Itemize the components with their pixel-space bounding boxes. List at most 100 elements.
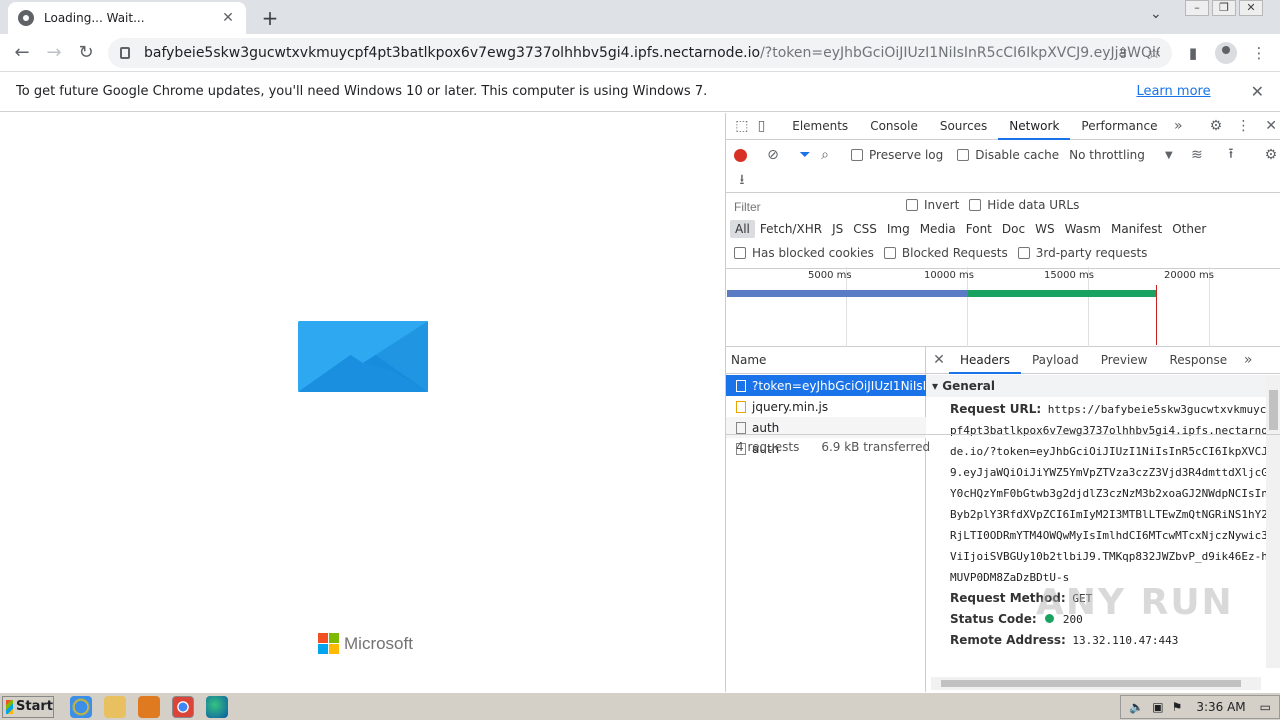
filter-media[interactable]: Media: [915, 220, 961, 238]
file-explorer-icon[interactable]: [104, 695, 126, 718]
blocked-requests-checkbox[interactable]: [883, 247, 896, 259]
logo-square-red: [318, 633, 328, 643]
preserve-log-label: Preserve log: [869, 148, 944, 162]
learn-more-link[interactable]: Learn more: [1136, 84, 1210, 99]
resource-type-filters: All Fetch/XHR JS CSS Img Media Font Doc …: [730, 220, 1211, 238]
reload-icon[interactable]: ↻: [74, 41, 98, 65]
chrome-icon[interactable]: [172, 695, 194, 718]
close-detail-icon[interactable]: ✕: [929, 352, 949, 368]
update-infobar: To get future Google Chrome updates, you…: [0, 72, 1280, 112]
import-har-icon[interactable]: ⭱: [1221, 143, 1241, 167]
filter-other[interactable]: Other: [1167, 220, 1211, 238]
network-icon[interactable]: ▣: [1152, 700, 1163, 714]
more-detail-tabs-icon[interactable]: »: [1238, 352, 1258, 368]
new-tab-button[interactable]: +: [258, 6, 282, 30]
filter-input[interactable]: [732, 198, 892, 216]
tab-network[interactable]: Network: [998, 113, 1071, 140]
back-icon[interactable]: ←: [10, 41, 34, 65]
filter-manifest[interactable]: Manifest: [1106, 220, 1167, 238]
filter-css[interactable]: CSS: [848, 220, 882, 238]
filter-font[interactable]: Font: [961, 220, 997, 238]
disable-cache-checkbox[interactable]: [957, 149, 970, 161]
devtools-menu-icon[interactable]: ⋮: [1234, 118, 1254, 134]
volume-icon[interactable]: 🔈: [1129, 700, 1144, 714]
tab-payload[interactable]: Payload: [1021, 347, 1090, 374]
filter-js[interactable]: JS: [827, 220, 848, 238]
show-desktop-icon[interactable]: ▭: [1260, 700, 1271, 714]
internet-explorer-icon[interactable]: [70, 695, 92, 718]
scroll-thumb[interactable]: [941, 680, 1241, 687]
name-column-header[interactable]: Name: [726, 347, 926, 374]
share-icon[interactable]: ⇪: [1114, 44, 1132, 62]
request-url-value[interactable]: https://bafybeie5skw3gucwtxvkmuycpf4pt3b…: [950, 403, 1268, 584]
close-window-button[interactable]: ✕: [1239, 0, 1263, 16]
side-panel-icon[interactable]: ▮: [1184, 44, 1202, 62]
filter-wasm[interactable]: Wasm: [1060, 220, 1106, 238]
menu-kebab-icon[interactable]: ⋮: [1250, 44, 1268, 62]
request-row[interactable]: jquery.min.js: [726, 396, 926, 417]
browser-tab[interactable]: Loading... Wait... ✕: [8, 2, 246, 34]
anyrun-watermark: ANY RUN: [1036, 582, 1234, 623]
tab-search-icon[interactable]: ⌄: [1150, 6, 1162, 22]
close-infobar-icon[interactable]: ✕: [1251, 82, 1264, 101]
address-bar[interactable]: bafybeie5skw3gucwtxvkmuycpf4pt3batlkpox6…: [108, 38, 1172, 68]
transferred-size: 6.9 kB transferred: [821, 439, 931, 454]
network-toolbar: ⊘ ⏷ ⌕ Preserve log Disable cache No thro…: [726, 141, 1280, 193]
filter-fetch-xhr[interactable]: Fetch/XHR: [755, 220, 827, 238]
horizontal-scrollbar[interactable]: [931, 677, 1261, 690]
third-party-checkbox[interactable]: [1017, 247, 1030, 259]
throttling-dropdown-icon[interactable]: ▼: [1159, 150, 1179, 161]
forward-icon[interactable]: →: [42, 41, 66, 65]
tab-response[interactable]: Response: [1158, 347, 1238, 374]
edge-icon[interactable]: [206, 695, 228, 718]
tab-elements[interactable]: Elements: [781, 113, 859, 140]
tab-preview[interactable]: Preview: [1090, 347, 1159, 374]
close-devtools-icon[interactable]: ✕: [1261, 118, 1280, 134]
profile-avatar[interactable]: [1215, 42, 1237, 64]
tab-headers[interactable]: Headers: [949, 347, 1021, 374]
request-name: jquery.min.js: [752, 399, 829, 414]
network-settings-icon[interactable]: ⚙: [1261, 147, 1280, 163]
request-count: 4 requests: [736, 439, 800, 454]
tab-performance[interactable]: Performance: [1070, 113, 1168, 140]
close-tab-icon[interactable]: ✕: [220, 10, 236, 26]
lock-icon[interactable]: [120, 47, 130, 59]
settings-gear-icon[interactable]: ⚙: [1206, 118, 1226, 134]
inspect-element-icon[interactable]: ⬚: [732, 118, 752, 134]
search-icon[interactable]: ⌕: [815, 147, 835, 163]
has-blocked-cookies-checkbox[interactable]: [734, 247, 746, 259]
preserve-log-checkbox[interactable]: [851, 149, 863, 161]
request-row[interactable]: ?token=eyJhbGciOiJIUzI1NiIsI...: [726, 375, 926, 396]
start-button[interactable]: Start: [2, 695, 54, 718]
more-tabs-icon[interactable]: »: [1168, 118, 1188, 134]
record-icon[interactable]: [734, 148, 747, 162]
restore-button[interactable]: ❐: [1212, 0, 1236, 16]
action-center-flag-icon[interactable]: ⚑: [1172, 700, 1183, 714]
media-player-icon[interactable]: [138, 695, 160, 718]
logo-square-yellow: [329, 644, 339, 654]
tab-sources[interactable]: Sources: [929, 113, 998, 140]
vertical-scrollbar[interactable]: [1266, 375, 1280, 668]
device-toolbar-icon[interactable]: ▯: [752, 118, 772, 134]
clear-icon[interactable]: ⊘: [763, 147, 783, 163]
hide-data-urls-checkbox[interactable]: [969, 199, 982, 211]
clock[interactable]: 3:36 AM: [1196, 700, 1245, 714]
tick-label: 20000 ms: [1164, 270, 1214, 281]
tab-console[interactable]: Console: [859, 113, 929, 140]
filter-img[interactable]: Img: [882, 220, 915, 238]
network-overview-timeline[interactable]: 5000 ms 10000 ms 15000 ms 20000 ms: [726, 267, 1280, 347]
minimize-button[interactable]: –: [1185, 0, 1209, 16]
microsoft-squares-icon: [318, 633, 339, 654]
filter-doc[interactable]: Doc: [997, 220, 1030, 238]
scroll-thumb[interactable]: [1269, 390, 1278, 430]
network-conditions-icon[interactable]: ≋: [1187, 147, 1207, 163]
filter-all[interactable]: All: [730, 220, 755, 238]
throttling-select[interactable]: No throttling: [1069, 148, 1145, 162]
filter-funnel-icon[interactable]: ⏷: [795, 147, 815, 163]
request-name: ?token=eyJhbGciOiJIUzI1NiIsI...: [752, 378, 926, 393]
bookmark-star-icon[interactable]: ☆: [1145, 44, 1163, 62]
export-har-icon[interactable]: ⭳: [732, 169, 752, 193]
invert-checkbox[interactable]: [906, 199, 918, 211]
general-section-header[interactable]: ▾ General: [926, 375, 1266, 397]
filter-ws[interactable]: WS: [1030, 220, 1059, 238]
